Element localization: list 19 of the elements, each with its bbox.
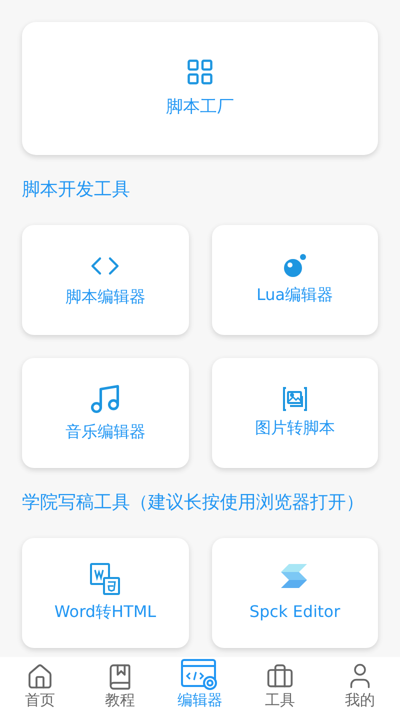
document-icon xyxy=(88,562,122,596)
nav-tab[interactable]: 编辑器 xyxy=(160,657,240,711)
tool-card[interactable]: 脚本编辑器 xyxy=(22,225,188,335)
tool-card[interactable]: 音乐编辑器 xyxy=(22,358,188,468)
tool-card[interactable]: Lua编辑器 xyxy=(212,225,378,335)
section-title: 学院写稿工具（建议长按使用浏览器打开） xyxy=(22,491,365,515)
section-title: 脚本开发工具 xyxy=(22,178,131,202)
tool-card[interactable]: Spck Editor xyxy=(212,538,378,648)
grid-icon xyxy=(185,56,215,87)
ball-icon xyxy=(282,253,308,279)
tool-card[interactable]: 图片转脚本 xyxy=(212,358,378,468)
framed-image-icon xyxy=(280,386,309,412)
home-icon xyxy=(26,663,54,691)
nav-tab[interactable]: 教程 xyxy=(80,657,160,711)
tool-card[interactable]: Word转HTML xyxy=(22,538,188,648)
nav-tab[interactable]: 工具 xyxy=(240,657,320,711)
nav-tab[interactable]: 我的 xyxy=(320,657,400,711)
script-factory-card[interactable]: 脚本工厂 xyxy=(22,22,378,155)
nav-tab[interactable]: 首页 xyxy=(0,657,80,711)
